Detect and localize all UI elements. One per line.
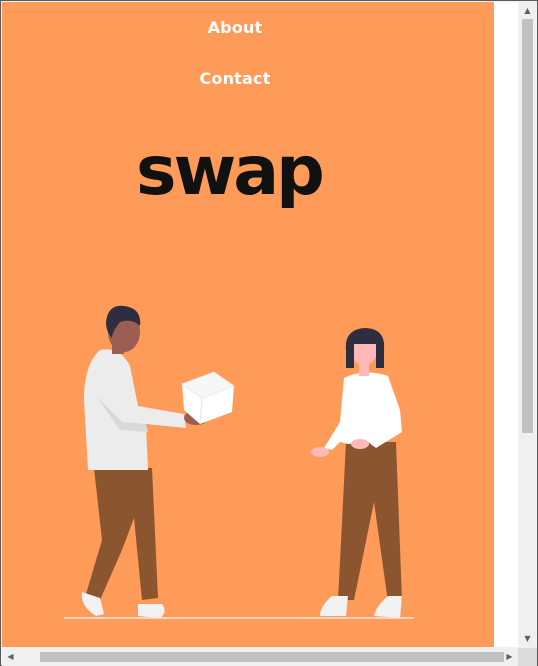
scroll-down-arrow-icon[interactable]: ▼ [518,630,537,647]
nav-link-about[interactable]: About [2,18,468,37]
vertical-scroll-thumb[interactable] [522,19,533,433]
browser-window: About Contact swap ▲ ▼ ◀ ▶ [0,0,538,666]
horizontal-scroll-thumb[interactable] [40,652,504,662]
page-viewport: About Contact swap [2,2,494,647]
vertical-scrollbar[interactable]: ▲ ▼ [518,2,537,647]
swap-logo: swap [136,142,325,211]
scrollbar-corner [518,648,537,666]
swap-logo-text: swap [136,142,322,211]
scroll-up-arrow-icon[interactable]: ▲ [518,2,537,19]
woman-figure [311,328,402,618]
scroll-right-arrow-icon[interactable]: ▶ [501,648,518,666]
scroll-left-arrow-icon[interactable]: ◀ [2,648,19,666]
nav-link-contact[interactable]: Contact [2,69,468,88]
horizontal-scrollbar[interactable]: ◀ ▶ [2,648,518,666]
people-exchanging-box-illustration [64,305,414,619]
man-figure [81,305,208,618]
page-gutter [494,2,518,647]
